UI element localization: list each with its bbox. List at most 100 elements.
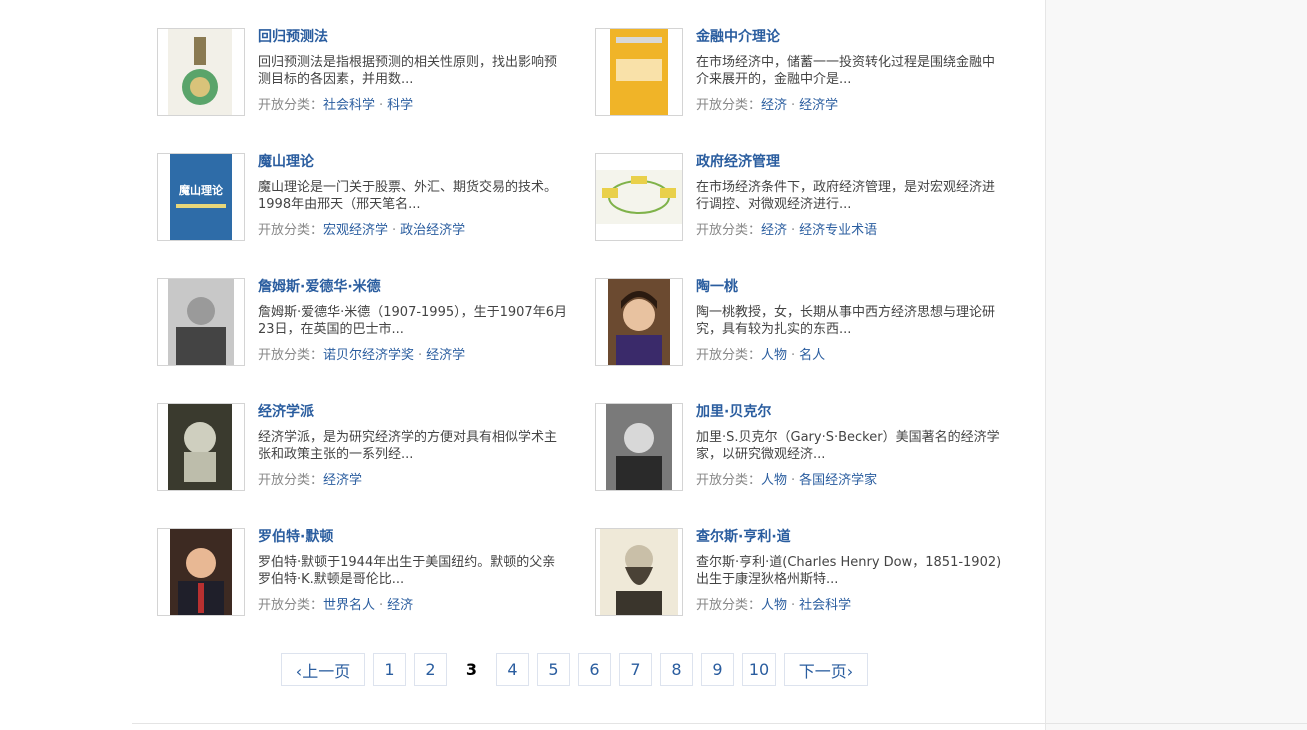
entry-title-link[interactable]: 查尔斯·亨利·道: [696, 528, 1006, 546]
category-link[interactable]: 经济专业术语: [799, 223, 877, 238]
portrait-icon[interactable]: [595, 278, 683, 366]
entry-title-link[interactable]: 罗伯特·默顿: [258, 528, 568, 546]
footer-divider: [132, 723, 1307, 724]
entry-categories: 开放分类：经济 · 经济学: [696, 97, 1006, 115]
pagination: ‹上一页 1 2 3 4 5 6 7 8 9 10 下一页›: [281, 653, 876, 686]
category-link[interactable]: 经济学: [426, 348, 465, 363]
category-link[interactable]: 名人: [799, 348, 825, 363]
entry-item: 政府经济管理在市场经济条件下，政府经济管理，是对宏观经济进行调控、对微观经济进行…: [595, 153, 1035, 243]
category-link[interactable]: 经济: [387, 598, 413, 613]
entry-description: 回归预测法是指根据预测的相关性原则，找出影响预测目标的各因素，并用数...: [258, 55, 558, 87]
entry-info: 魔山理论 魔山理论是一门关于股票、外汇、期货交易的技术。1998年由邢天（邢天笔名…: [258, 153, 568, 240]
entry-categories: 开放分类：世界名人 · 经济: [258, 597, 568, 615]
page-button[interactable]: 7: [619, 653, 652, 686]
category-separator: ·: [791, 598, 796, 613]
entry-item: 詹姆斯·爱德华·米德詹姆斯·爱德华·米德（1907-1995），生于1907年6…: [157, 278, 597, 368]
category-link[interactable]: 宏观经济学: [323, 223, 388, 238]
category-link[interactable]: 人物: [761, 473, 787, 488]
statue-icon[interactable]: [157, 403, 245, 491]
book-cover-icon[interactable]: [157, 28, 245, 116]
category-separator: ·: [791, 473, 796, 488]
category-link[interactable]: 世界名人: [323, 598, 375, 613]
entry-item: 金融中介理论在市场经济中，储蓄一一投资转化过程是围绕金融中介来展开的，金融中介是…: [595, 28, 1035, 118]
portrait-icon[interactable]: [595, 528, 683, 616]
page-button[interactable]: 5: [537, 653, 570, 686]
entry-info: 查尔斯·亨利·道查尔斯·亨利·道(Charles Henry Dow，1851-…: [696, 528, 1006, 615]
page-button[interactable]: 8: [660, 653, 693, 686]
entry-item: 陶一桃陶一桃教授，女，长期从事中西方经济思想与理论研究，具有较为扎实的东西...…: [595, 278, 1035, 368]
category-link[interactable]: 经济: [761, 98, 787, 113]
category-link[interactable]: 经济学: [799, 98, 838, 113]
entry-description: 在市场经济条件下，政府经济管理，是对宏观经济进行调控、对微观经济进行...: [696, 180, 996, 212]
entry-title-link[interactable]: 金融中介理论: [696, 28, 1006, 46]
page-button[interactable]: 4: [496, 653, 529, 686]
entry-title-link[interactable]: 经济学派: [258, 403, 568, 421]
entry-info: 加里·贝克尔加里·S.贝克尔（Gary·S·Becker）美国著名的经济学家，以…: [696, 403, 1006, 490]
entry-categories: 开放分类：经济 · 经济专业术语: [696, 222, 1006, 240]
next-page-button[interactable]: 下一页›: [784, 653, 868, 686]
entry-description: 查尔斯·亨利·道(Charles Henry Dow，1851-1902) 出生…: [696, 555, 1002, 587]
category-label: 开放分类：: [696, 98, 762, 113]
entry-description: 詹姆斯·爱德华·米德（1907-1995），生于1907年6月23日，在英国的巴…: [258, 305, 567, 337]
page-button[interactable]: 1: [373, 653, 406, 686]
category-link[interactable]: 政治经济学: [400, 223, 465, 238]
entry-title-link[interactable]: 魔山理论: [258, 153, 568, 171]
entry-info: 詹姆斯·爱德华·米德詹姆斯·爱德华·米德（1907-1995），生于1907年6…: [258, 278, 568, 365]
category-separator: ·: [379, 98, 384, 113]
portrait-icon[interactable]: [157, 528, 245, 616]
category-label: 开放分类：: [696, 223, 762, 238]
entry-item: 魔山理论 魔山理论 魔山理论是一门关于股票、外汇、期货交易的技术。1998年由邢天（…: [157, 153, 597, 243]
page-button[interactable]: 6: [578, 653, 611, 686]
category-link[interactable]: 社会科学: [323, 98, 375, 113]
page-button[interactable]: 9: [701, 653, 734, 686]
category-label: 开放分类：: [696, 473, 762, 488]
right-sidebar: [1045, 0, 1307, 730]
entry-title-link[interactable]: 陶一桃: [696, 278, 1006, 296]
category-separator: ·: [418, 348, 423, 363]
book-cover-icon[interactable]: 魔山理论: [157, 153, 245, 241]
diagram-icon[interactable]: [595, 153, 683, 241]
entry-categories: 开放分类：人物 · 各国经济学家: [696, 472, 1006, 490]
entry-info: 经济学派经济学派，是为研究经济学的方便对具有相似学术主张和政策主张的一系列经..…: [258, 403, 568, 490]
category-label: 开放分类：: [696, 598, 762, 613]
entry-title-link[interactable]: 政府经济管理: [696, 153, 1006, 171]
entry-categories: 开放分类：社会科学 · 科学: [258, 97, 568, 115]
entry-categories: 开放分类：人物 · 名人: [696, 347, 1006, 365]
category-link[interactable]: 人物: [761, 348, 787, 363]
book-cover-icon[interactable]: [595, 28, 683, 116]
page-button[interactable]: 10: [742, 653, 776, 686]
entry-item: 经济学派经济学派，是为研究经济学的方便对具有相似学术主张和政策主张的一系列经..…: [157, 403, 597, 493]
entry-info: 金融中介理论在市场经济中，储蓄一一投资转化过程是围绕金融中介来展开的，金融中介是…: [696, 28, 1006, 115]
category-link[interactable]: 人物: [761, 598, 787, 613]
category-label: 开放分类：: [258, 98, 324, 113]
category-separator: ·: [379, 598, 384, 613]
category-link[interactable]: 经济学: [323, 473, 362, 488]
prev-page-button[interactable]: ‹上一页: [281, 653, 365, 686]
category-link[interactable]: 经济: [761, 223, 787, 238]
entry-item: 回归预测法回归预测法是指根据预测的相关性原则，找出影响预测目标的各因素，并用数.…: [157, 28, 597, 118]
category-label: 开放分类：: [696, 348, 762, 363]
entry-title-link[interactable]: 詹姆斯·爱德华·米德: [258, 278, 568, 296]
entry-categories: 开放分类：经济学: [258, 472, 568, 490]
entry-description: 在市场经济中，储蓄一一投资转化过程是围绕金融中介来展开的，金融中介是...: [696, 55, 996, 87]
entry-description: 陶一桃教授，女，长期从事中西方经济思想与理论研究，具有较为扎实的东西...: [696, 305, 996, 337]
category-link[interactable]: 科学: [387, 98, 413, 113]
category-link[interactable]: 各国经济学家: [799, 473, 877, 488]
page-button[interactable]: 2: [414, 653, 447, 686]
category-link[interactable]: 社会科学: [799, 598, 851, 613]
entry-item: 查尔斯·亨利·道查尔斯·亨利·道(Charles Henry Dow，1851-…: [595, 528, 1035, 618]
entry-info: 罗伯特·默顿 罗伯特·默顿于1944年出生于美国纽约。默顿的父亲罗伯特·K.默顿是…: [258, 528, 568, 615]
category-label: 开放分类：: [258, 348, 324, 363]
portrait-icon[interactable]: [157, 278, 245, 366]
entry-info: 政府经济管理在市场经济条件下，政府经济管理，是对宏观经济进行调控、对微观经济进行…: [696, 153, 1006, 240]
entry-description: 经济学派，是为研究经济学的方便对具有相似学术主张和政策主张的一系列经...: [258, 430, 558, 462]
category-link[interactable]: 诺贝尔经济学奖: [323, 348, 414, 363]
entry-title-link[interactable]: 回归预测法: [258, 28, 568, 46]
svg-text:魔山理论: 魔山理论: [179, 183, 224, 197]
category-separator: ·: [392, 223, 397, 238]
portrait-icon[interactable]: [595, 403, 683, 491]
category-separator: ·: [791, 223, 796, 238]
entry-description: 加里·S.贝克尔（Gary·S·Becker）美国著名的经济学家，以研究微观经济…: [696, 430, 1000, 462]
entry-info: 陶一桃陶一桃教授，女，长期从事中西方经济思想与理论研究，具有较为扎实的东西...…: [696, 278, 1006, 365]
entry-title-link[interactable]: 加里·贝克尔: [696, 403, 1006, 421]
